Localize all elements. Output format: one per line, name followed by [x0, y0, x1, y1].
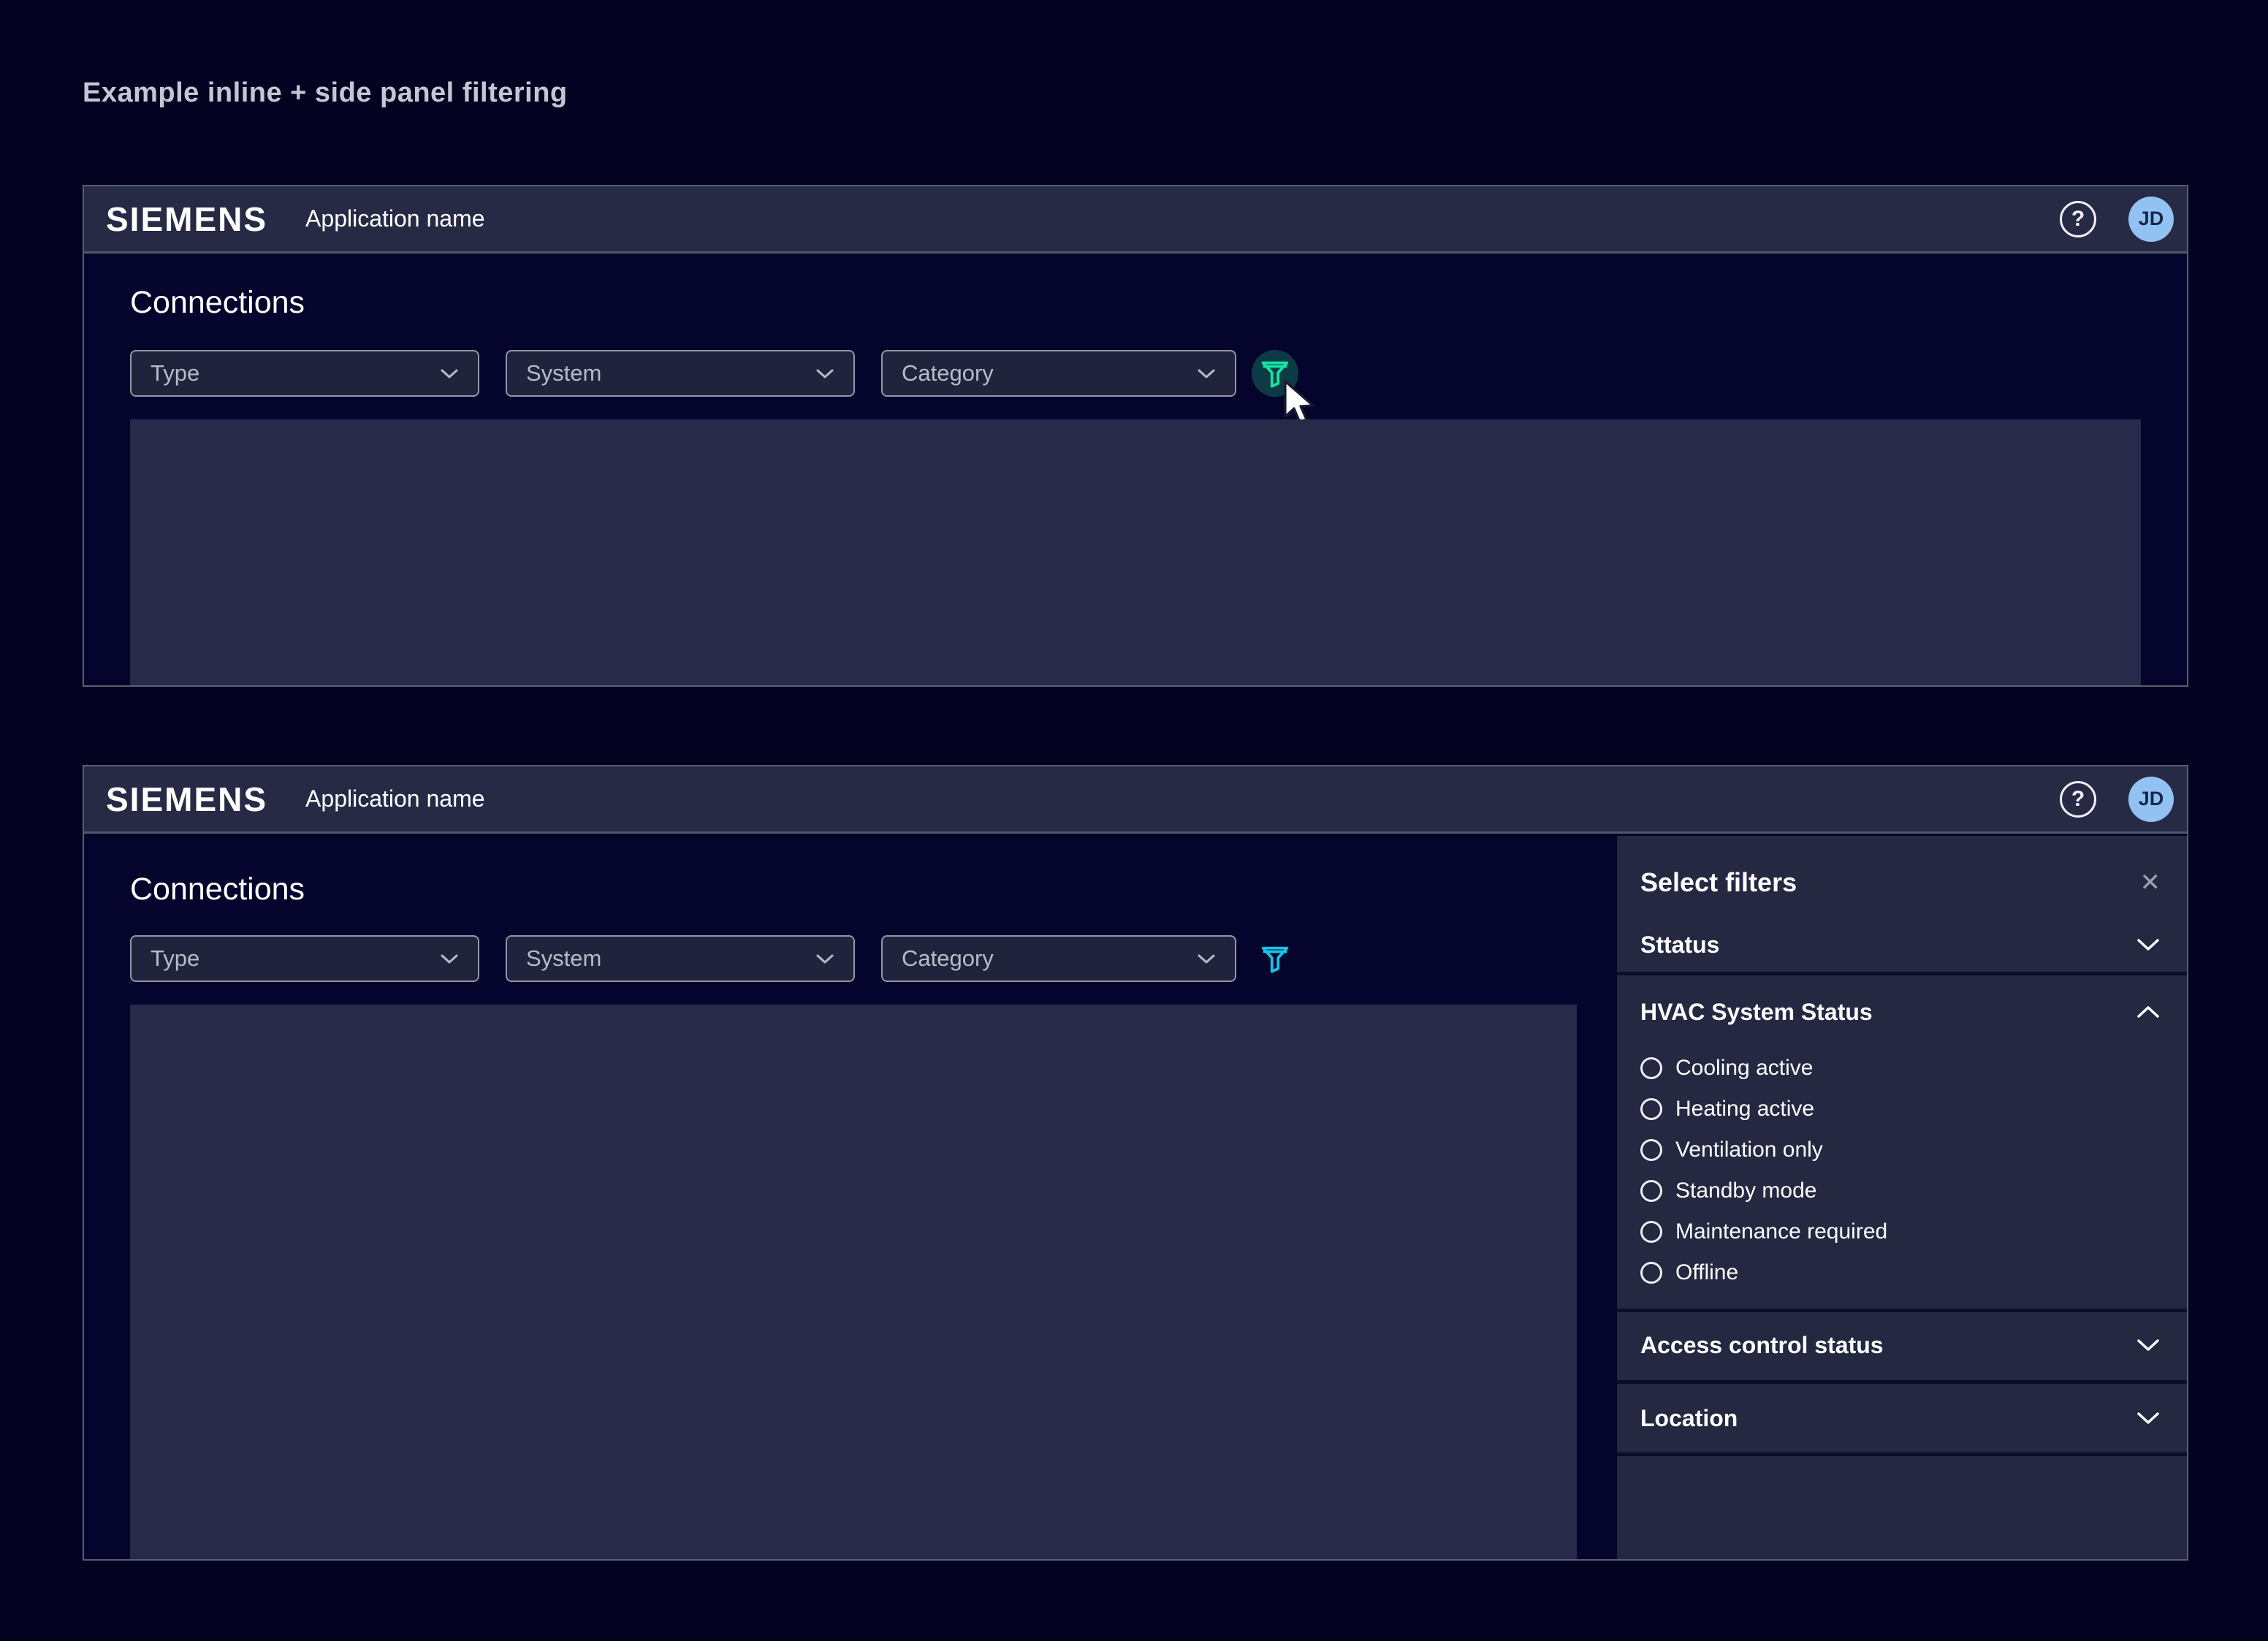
- app-window-side-panel-filtering: SIEMENS Application name ? JD Connection…: [83, 765, 2188, 1561]
- filter-button[interactable]: [1252, 935, 1298, 982]
- dropdown-label: System: [526, 360, 601, 387]
- inline-filter-row: Type System Category: [84, 350, 2187, 397]
- content-placeholder: [130, 1005, 1577, 1559]
- chevron-down-icon: [815, 368, 834, 379]
- help-icon[interactable]: ?: [2060, 201, 2096, 237]
- side-panel-header: Select filters ✕: [1617, 861, 2187, 905]
- page-heading: Connections: [130, 872, 305, 907]
- close-icon[interactable]: ✕: [2140, 870, 2161, 895]
- filter-funnel-icon: [1258, 942, 1292, 975]
- filter-section-access-control-status[interactable]: Access control status: [1617, 1323, 2187, 1367]
- content-placeholder: [130, 419, 2141, 685]
- section-label: HVAC System Status: [1640, 999, 1873, 1026]
- chevron-down-icon: [440, 953, 459, 964]
- section-label: Access control status: [1640, 1332, 1884, 1359]
- radio-option-maintenance-required[interactable]: Maintenance required: [1617, 1216, 2187, 1248]
- chevron-down-icon: [1197, 368, 1216, 379]
- chevron-down-icon: [2136, 1411, 2161, 1425]
- user-avatar[interactable]: JD: [2128, 197, 2174, 242]
- radio-icon[interactable]: [1640, 1057, 1662, 1079]
- dropdown-label: System: [526, 945, 601, 972]
- radio-option-standby-mode[interactable]: Standby mode: [1617, 1175, 2187, 1207]
- radio-icon[interactable]: [1640, 1139, 1662, 1161]
- side-panel-title: Select filters: [1640, 867, 1797, 898]
- chevron-down-icon: [2136, 937, 2161, 952]
- window-body: Connections Type System Category: [84, 256, 2187, 685]
- dropdown-label: Type: [151, 360, 199, 387]
- app-window-inline-filtering: SIEMENS Application name ? JD Connection…: [83, 185, 2188, 687]
- dropdown-label: Category: [902, 945, 994, 972]
- category-dropdown[interactable]: Category: [881, 935, 1236, 982]
- window-body: Connections Type System Category: [84, 836, 2187, 1559]
- filter-section-hvac-system-status[interactable]: HVAC System Status: [1617, 990, 2187, 1034]
- page-title: Example inline + side panel filtering: [83, 77, 568, 109]
- section-divider: [1617, 1380, 2187, 1384]
- section-divider: [1617, 972, 2187, 975]
- radio-icon[interactable]: [1640, 1221, 1662, 1243]
- radio-option-heating-active[interactable]: Heating active: [1617, 1093, 2187, 1125]
- system-dropdown[interactable]: System: [506, 935, 855, 982]
- filter-section-status[interactable]: Sttatus: [1617, 923, 2187, 967]
- filter-section-location[interactable]: Location: [1617, 1396, 2187, 1440]
- section-divider: [1617, 1309, 2187, 1312]
- chevron-down-icon: [815, 953, 834, 964]
- type-dropdown[interactable]: Type: [130, 350, 479, 397]
- chevron-up-icon: [2136, 1005, 2161, 1019]
- filter-side-panel: Select filters ✕ Sttatus HVAC System Sta…: [1617, 836, 2187, 1559]
- siemens-logo: SIEMENS: [106, 780, 267, 819]
- dropdown-label: Type: [151, 945, 199, 972]
- radio-option-ventilation-only[interactable]: Ventilation only: [1617, 1134, 2187, 1166]
- section-divider: [1617, 1452, 2187, 1456]
- radio-icon[interactable]: [1640, 1180, 1662, 1202]
- section-label: Location: [1640, 1405, 1738, 1432]
- application-name: Application name: [305, 205, 484, 232]
- system-dropdown[interactable]: System: [506, 350, 855, 397]
- chevron-down-icon: [2136, 1338, 2161, 1352]
- application-name: Application name: [305, 785, 484, 812]
- type-dropdown[interactable]: Type: [130, 935, 479, 982]
- page-heading: Connections: [130, 285, 305, 321]
- category-dropdown[interactable]: Category: [881, 350, 1236, 397]
- app-header: SIEMENS Application name ? JD: [84, 766, 2187, 834]
- help-icon[interactable]: ?: [2060, 781, 2096, 818]
- chevron-down-icon: [1197, 953, 1216, 964]
- user-avatar[interactable]: JD: [2128, 777, 2174, 822]
- siemens-logo: SIEMENS: [106, 199, 267, 239]
- section-label: Sttatus: [1640, 932, 1719, 959]
- chevron-down-icon: [440, 368, 459, 379]
- radio-option-offline[interactable]: Offline: [1617, 1257, 2187, 1289]
- radio-icon[interactable]: [1640, 1262, 1662, 1284]
- app-header: SIEMENS Application name ? JD: [84, 186, 2187, 254]
- radio-icon[interactable]: [1640, 1098, 1662, 1120]
- radio-option-cooling-active[interactable]: Cooling active: [1617, 1052, 2187, 1084]
- dropdown-label: Category: [902, 360, 994, 387]
